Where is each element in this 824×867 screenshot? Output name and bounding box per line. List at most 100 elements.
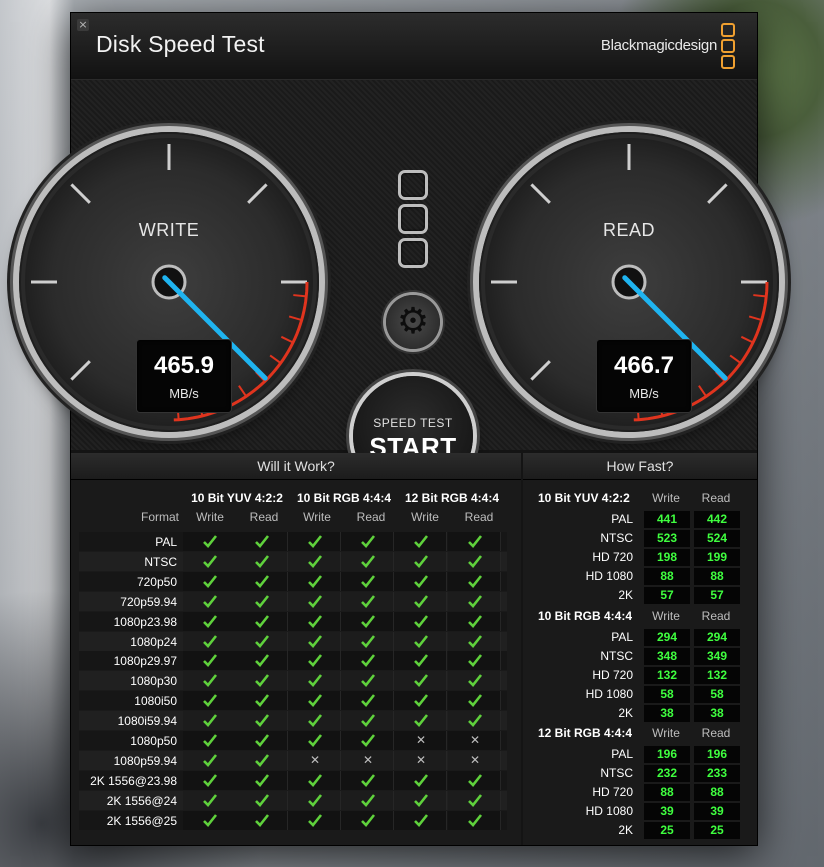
how-fast-group-header: 10 Bit YUV 4:2:2 bbox=[538, 491, 630, 505]
write-readout: 465.9 MB/s bbox=[137, 340, 231, 412]
how-fast-sub-header: Write bbox=[652, 726, 680, 740]
check-icon bbox=[361, 614, 376, 628]
how-fast-row-label: NTSC bbox=[600, 648, 633, 663]
will-sub-header: Read bbox=[356, 510, 386, 524]
check-icon bbox=[308, 634, 323, 648]
how-fast-write-value: 232 bbox=[644, 765, 690, 782]
format-label: 1080p30 bbox=[130, 674, 177, 689]
gear-icon: ⚙ bbox=[396, 301, 430, 342]
check-icon bbox=[361, 734, 376, 747]
how-fast-row-label: NTSC bbox=[600, 531, 633, 545]
how-fast-row-label: PAL bbox=[611, 512, 633, 526]
check-icon bbox=[203, 634, 218, 648]
check-icon bbox=[361, 674, 376, 688]
check-icon bbox=[361, 594, 376, 608]
check-icon bbox=[308, 674, 323, 688]
brand-name: Blackmagicdesign bbox=[600, 37, 717, 54]
write-gauge-redline-tick bbox=[238, 385, 247, 397]
format-label: 1080i50 bbox=[134, 694, 177, 709]
settings-button[interactable]: ⚙ bbox=[386, 295, 440, 349]
check-icon bbox=[308, 594, 323, 608]
check-icon bbox=[255, 793, 270, 807]
check-icon bbox=[255, 734, 270, 747]
read-gauge-tick bbox=[530, 183, 551, 204]
how-fast-row-label: 2K bbox=[618, 588, 633, 602]
how-fast-read-value: 294 bbox=[694, 628, 740, 646]
how-fast-row-label: HD 720 bbox=[592, 550, 633, 564]
check-icon bbox=[468, 574, 483, 588]
how-fast-title: How Fast? bbox=[523, 453, 757, 480]
check-icon bbox=[203, 555, 218, 568]
read-gauge-redline-tick bbox=[729, 354, 742, 364]
how-fast-read-value: 442 bbox=[694, 511, 740, 528]
check-icon bbox=[414, 574, 429, 588]
write-gauge-redline-tick bbox=[288, 315, 302, 321]
how-fast-read-value: 132 bbox=[694, 666, 740, 684]
format-label: 2K 1556@25 bbox=[106, 813, 177, 828]
check-icon bbox=[203, 594, 218, 608]
check-icon bbox=[361, 714, 376, 728]
check-icon bbox=[414, 813, 429, 827]
check-icon bbox=[255, 754, 270, 767]
check-icon bbox=[255, 574, 270, 588]
how-fast-read-value: 524 bbox=[694, 530, 740, 547]
write-gauge-label: WRITE bbox=[138, 220, 200, 240]
check-icon bbox=[414, 694, 429, 708]
x-icon: ✕ bbox=[310, 752, 321, 767]
will-it-work-panel: Will it Work? 10 Bit YUV 4:2:2 Write Read 1… bbox=[71, 453, 521, 845]
read-gauge-tick bbox=[707, 183, 728, 204]
check-icon bbox=[414, 654, 429, 668]
check-icon bbox=[414, 714, 429, 728]
format-label: 720p50 bbox=[136, 574, 177, 589]
close-button[interactable]: × bbox=[77, 19, 89, 31]
write-gauge-redline-tick bbox=[293, 294, 307, 298]
how-fast-write-value: 196 bbox=[644, 746, 690, 763]
check-icon bbox=[361, 654, 376, 668]
write-gauge-redline-tick bbox=[269, 354, 282, 364]
check-icon bbox=[414, 634, 429, 648]
check-icon bbox=[203, 654, 218, 668]
check-icon bbox=[308, 773, 323, 787]
format-label: 1080p29.97 bbox=[113, 654, 177, 669]
check-icon bbox=[308, 614, 323, 628]
check-icon bbox=[203, 813, 218, 827]
check-icon bbox=[414, 674, 429, 688]
how-fast-write-value: 88 bbox=[644, 568, 690, 585]
how-fast-read-value: 349 bbox=[694, 647, 740, 665]
how-fast-write-value: 39 bbox=[644, 803, 690, 820]
will-sub-header: Read bbox=[464, 510, 494, 524]
check-icon bbox=[308, 793, 323, 807]
check-icon bbox=[361, 694, 376, 708]
format-label: 1080p59.94 bbox=[113, 753, 177, 768]
check-icon bbox=[308, 654, 323, 668]
how-fast-read-value: 88 bbox=[694, 568, 740, 585]
check-icon bbox=[255, 714, 270, 728]
check-icon bbox=[255, 594, 270, 608]
title-bar: × Disk Speed Test Blackmagicdesign bbox=[71, 13, 757, 80]
how-fast-read-value: 88 bbox=[694, 784, 740, 801]
app-title: Disk Speed Test bbox=[96, 31, 265, 57]
check-icon bbox=[255, 773, 270, 787]
read-gauge-redline-tick bbox=[698, 385, 707, 397]
check-icon bbox=[361, 634, 376, 648]
how-fast-group-header: 12 Bit RGB 4:4:4 bbox=[538, 726, 633, 740]
read-gauge-redline-tick bbox=[740, 335, 754, 344]
check-icon bbox=[203, 754, 218, 767]
x-icon: ✕ bbox=[470, 752, 481, 767]
check-icon bbox=[203, 714, 218, 728]
read-gauge-redline-tick bbox=[753, 294, 767, 298]
check-icon bbox=[468, 714, 483, 728]
read-unit: MB/s bbox=[629, 386, 659, 401]
check-icon bbox=[255, 694, 270, 708]
brand-logo-icon bbox=[721, 23, 735, 71]
blackmagic-logo-icon bbox=[398, 170, 428, 272]
how-fast-sub-header: Write bbox=[652, 491, 680, 505]
how-fast-row-label: NTSC bbox=[600, 766, 633, 780]
will-sub-header: Write bbox=[196, 510, 224, 524]
write-gauge-tick bbox=[247, 183, 268, 204]
x-icon: ✕ bbox=[416, 733, 427, 747]
check-icon bbox=[203, 734, 218, 747]
how-fast-sub-header: Write bbox=[652, 608, 680, 623]
how-fast-sub-header: Read bbox=[701, 608, 731, 623]
how-fast-read-value: 25 bbox=[694, 822, 740, 839]
